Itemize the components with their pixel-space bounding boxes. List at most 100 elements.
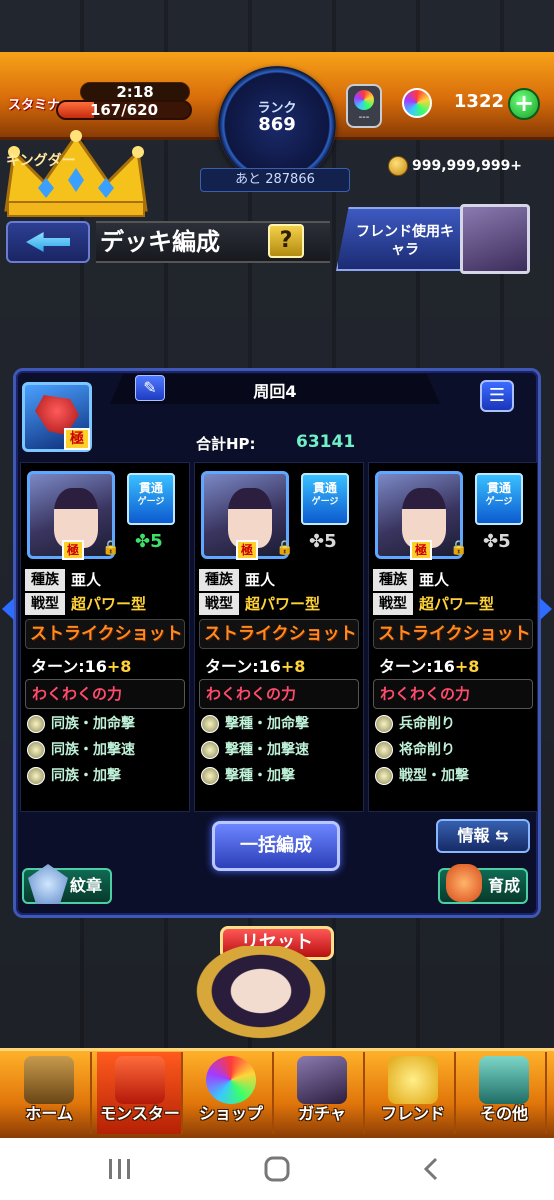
gold-coin-icon bbox=[388, 156, 408, 176]
crest-button[interactable]: 紋章 bbox=[22, 864, 112, 904]
kings-text: キングダー bbox=[6, 153, 76, 169]
nav-label: ガチャ bbox=[298, 1104, 346, 1123]
ability-icon bbox=[27, 715, 45, 733]
type-label: 戦型 bbox=[199, 593, 239, 615]
turn-value: ターン:16 bbox=[31, 657, 107, 676]
home-system-icon[interactable] bbox=[262, 1154, 292, 1184]
nav-label: その他 bbox=[479, 1104, 528, 1123]
orb-count: 1322 bbox=[453, 91, 504, 112]
deck-name: 周回4 bbox=[253, 382, 297, 401]
rank-value: 869 bbox=[258, 114, 296, 135]
grow-label: 育成 bbox=[488, 876, 521, 895]
monster-portrait[interactable]: 極 🔒 bbox=[375, 471, 467, 560]
ability-row: 撃種・加撃 bbox=[201, 765, 295, 787]
ability-icon bbox=[375, 767, 393, 785]
race-label: 種族 bbox=[25, 569, 65, 591]
nav-shop-orb[interactable]: ショップ bbox=[188, 1052, 274, 1134]
ability-label: 撃種・加撃速 bbox=[225, 742, 309, 758]
gacha-icon bbox=[297, 1056, 347, 1104]
crown-icon bbox=[4, 130, 148, 217]
nav-friend[interactable]: フレンド bbox=[370, 1052, 456, 1134]
turn-text: ターン:16+8 bbox=[379, 653, 479, 677]
add-orb-button[interactable]: + bbox=[508, 88, 540, 120]
back-button[interactable] bbox=[6, 221, 90, 263]
stamina-label: スタミナ bbox=[8, 98, 61, 113]
monster-face bbox=[402, 488, 446, 548]
type-value: 超パワー型 bbox=[245, 595, 321, 613]
ability-label: 撃種・加撃 bbox=[225, 768, 295, 784]
gauge-sub-label: ゲージ bbox=[311, 497, 339, 507]
ability-row: 同族・加撃速 bbox=[27, 739, 135, 761]
gauge-skill-button[interactable]: わくわくの力 bbox=[25, 679, 185, 709]
ability-row: 将命削り bbox=[375, 739, 455, 761]
ability-icon bbox=[201, 741, 219, 759]
nav-monster[interactable]: モンスター bbox=[97, 1052, 183, 1134]
ability-label: 戦型・加撃 bbox=[399, 768, 469, 784]
type-label: 戦型 bbox=[25, 593, 65, 615]
deck-slot-1[interactable]: 極 🔒 貫通 ゲージ ✤5 種族 亜人 戦型 超パワー型 ストライクショット タ… bbox=[20, 462, 190, 812]
strike-shot-button[interactable]: ストライクショット bbox=[373, 619, 533, 649]
lock-icon: 🔒 bbox=[276, 540, 294, 556]
luck-clover: ✤5 bbox=[483, 531, 511, 552]
turn-bonus: +8 bbox=[280, 657, 306, 676]
monster-face bbox=[54, 488, 98, 548]
race-label: 種族 bbox=[199, 569, 239, 591]
luck-clover: ✤5 bbox=[135, 531, 163, 552]
turn-text: ターン:16+8 bbox=[205, 653, 305, 677]
strike-shot-button[interactable]: ストライクショット bbox=[25, 619, 185, 649]
friend-character-portrait[interactable] bbox=[460, 204, 530, 274]
ability-row: 撃種・加命撃 bbox=[201, 713, 309, 735]
ability-row: 撃種・加撃速 bbox=[201, 739, 309, 761]
friend-icon bbox=[388, 1056, 438, 1104]
grow-icon bbox=[446, 864, 482, 902]
gauge-skill-button[interactable]: わくわくの力 bbox=[199, 679, 359, 709]
ability-icon bbox=[375, 741, 393, 759]
strike-shot-button[interactable]: ストライクショット bbox=[199, 619, 359, 649]
ability-label: 同族・加命撃 bbox=[51, 716, 135, 732]
slot-right-arrow[interactable] bbox=[540, 598, 552, 620]
race-value: 亜人 bbox=[419, 571, 450, 589]
recent-apps-icon[interactable] bbox=[106, 1156, 134, 1182]
ability-icon bbox=[201, 715, 219, 733]
deck-slot-2[interactable]: 極 🔒 貫通 ゲージ ✤5 種族 亜人 戦型 超パワー型 ストライクショット タ… bbox=[194, 462, 364, 812]
gauge-skill-button[interactable]: わくわくの力 bbox=[373, 679, 533, 709]
friend-character-button[interactable]: フレンド使用キャラ bbox=[336, 207, 462, 271]
pierce-gauge-badge: 貫通 ゲージ bbox=[301, 473, 349, 525]
nav-home[interactable]: ホーム bbox=[6, 1052, 92, 1134]
info-toggle-button[interactable]: 情報 ⇆ bbox=[436, 819, 530, 853]
type-value: 超パワー型 bbox=[419, 595, 495, 613]
mascot-character bbox=[186, 946, 336, 1046]
monster-portrait[interactable]: 極 🔒 bbox=[201, 471, 293, 560]
nav-gacha[interactable]: ガチャ bbox=[279, 1052, 365, 1134]
ability-label: 兵命削り bbox=[399, 716, 455, 732]
back-system-icon[interactable] bbox=[420, 1156, 444, 1182]
gauge-sub-label: ゲージ bbox=[137, 497, 165, 507]
stamina-timer: 2:18 bbox=[80, 82, 190, 102]
help-button[interactable]: ? bbox=[268, 224, 304, 258]
gem-slot-value: --- bbox=[358, 112, 370, 123]
ability-row: 戦型・加撃 bbox=[375, 765, 469, 787]
turn-value: ターン:16 bbox=[205, 657, 281, 676]
lock-icon: 🔒 bbox=[450, 540, 468, 556]
slot-left-arrow[interactable] bbox=[2, 598, 14, 620]
system-nav-bar bbox=[0, 1138, 554, 1200]
grow-button[interactable]: 育成 bbox=[438, 864, 528, 904]
nav-label: フレンド bbox=[380, 1104, 445, 1123]
ability-label: 将命削り bbox=[399, 742, 455, 758]
ability-row: 同族・加撃 bbox=[27, 765, 121, 787]
nav-other[interactable]: その他 bbox=[461, 1052, 547, 1134]
pierce-gauge-badge: 貫通 ゲージ bbox=[475, 473, 523, 525]
monster-portrait[interactable]: 極 🔒 bbox=[27, 471, 119, 560]
bulk-edit-button[interactable]: 一括編成 bbox=[212, 821, 340, 871]
ability-icon bbox=[375, 715, 393, 733]
deck-list-button[interactable]: ☰ bbox=[480, 380, 514, 412]
turn-bonus: +8 bbox=[454, 657, 480, 676]
ability-row: 兵命削り bbox=[375, 713, 455, 735]
nav-label: ホーム bbox=[25, 1104, 73, 1123]
deck-slot-3[interactable]: 極 🔒 貫通 ゲージ ✤5 種族 亜人 戦型 超パワー型 ストライクショット タ… bbox=[368, 462, 538, 812]
pierce-gauge-badge: 貫通 ゲージ bbox=[127, 473, 175, 525]
ability-icon bbox=[201, 767, 219, 785]
monster-rank-badge: 極 bbox=[62, 540, 84, 560]
ability-icon bbox=[27, 741, 45, 759]
ability-label: 同族・加撃 bbox=[51, 768, 121, 784]
